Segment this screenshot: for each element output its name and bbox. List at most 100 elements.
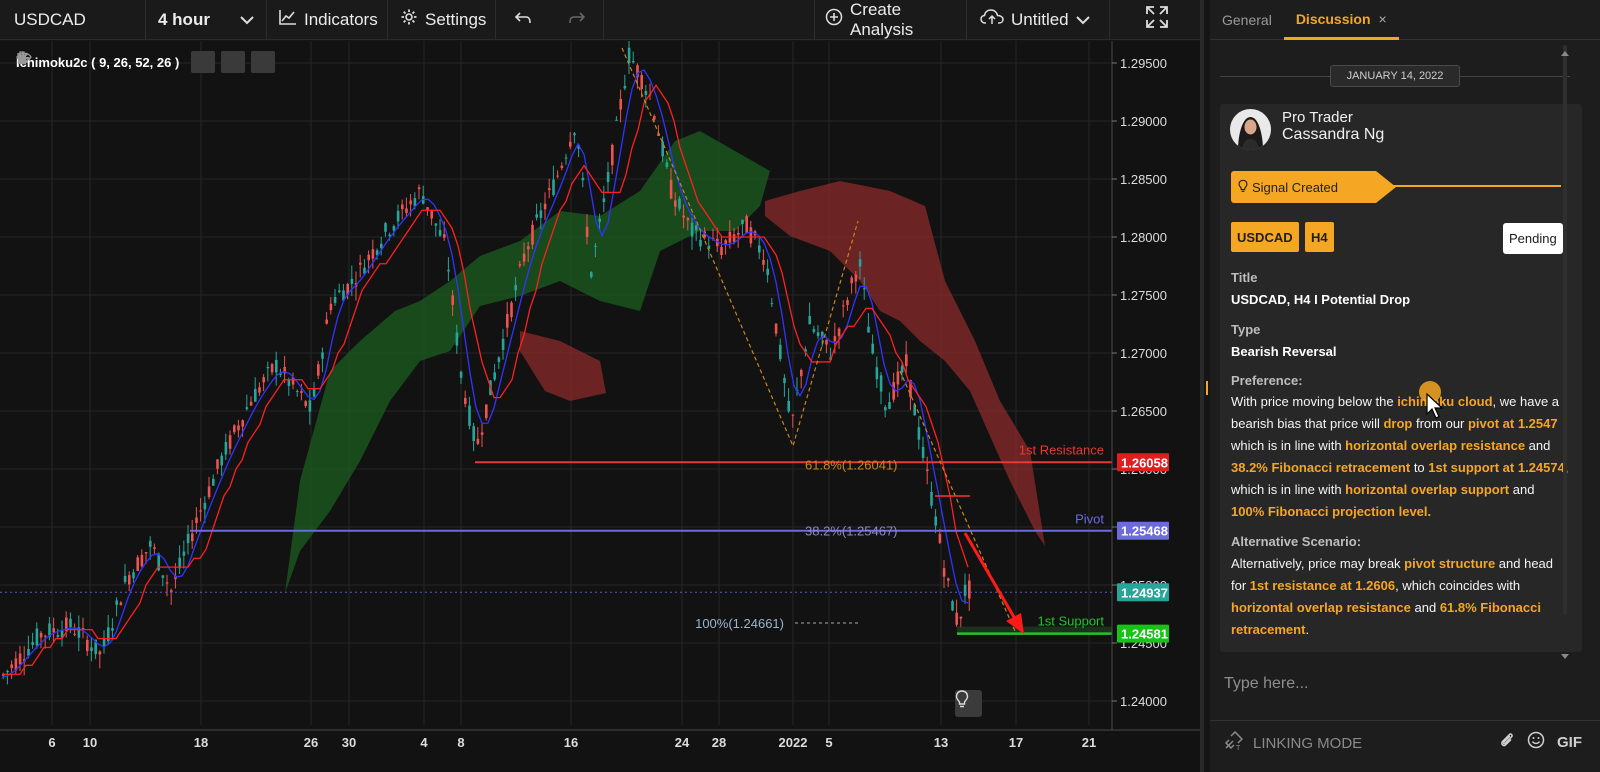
forecast-arrow-line: [963, 532, 1020, 625]
candle-body: [128, 575, 131, 585]
status-badge[interactable]: Pending: [1503, 223, 1563, 254]
message-input[interactable]: [1210, 664, 1600, 704]
candle-body: [674, 200, 677, 207]
fullscreen-button[interactable]: [1110, 0, 1204, 40]
candle-body: [644, 90, 648, 95]
price-chart[interactable]: 1st Resistance Pivot 1st Support 61.8%(1.26…: [0, 41, 1200, 772]
candle-body: [661, 141, 664, 157]
linking-mode-label[interactable]: LINKING MODE: [1253, 735, 1362, 752]
price-tick-label: 1.27500: [1120, 288, 1167, 303]
date-separator: JANUARY 14, 2022: [1220, 63, 1571, 89]
candle-body: [392, 225, 396, 231]
candle-body: [627, 47, 631, 63]
candle-body: [854, 274, 858, 282]
candle-body: [959, 616, 963, 619]
candle-body: [317, 364, 320, 376]
candle-body: [165, 582, 169, 584]
time-tick-label: 13: [934, 735, 948, 750]
candle-body: [615, 119, 618, 121]
candle-body: [111, 628, 114, 631]
gif-button[interactable]: GIF: [1557, 734, 1582, 751]
panel-tabs: General Discussion ×: [1210, 0, 1600, 40]
symbol-selector[interactable]: USDCAD: [0, 0, 146, 40]
candle-body: [497, 357, 501, 363]
redo-icon[interactable]: [568, 10, 586, 30]
preference-text-segment: and: [1509, 482, 1535, 497]
link-icon[interactable]: T: [1223, 730, 1244, 756]
eye-icon[interactable]: [16, 51, 216, 73]
trash-icon[interactable]: [17, 51, 276, 73]
avatar[interactable]: [1230, 109, 1271, 150]
candle-body: [594, 245, 597, 247]
candle-body: [669, 179, 673, 199]
candle-body: [287, 379, 291, 386]
candle-body: [191, 533, 194, 542]
candle-body: [888, 402, 891, 409]
indicators-button[interactable]: Indicators: [267, 0, 388, 40]
preference-highlight: 1st support at 1.24574: [1428, 460, 1565, 475]
scroll-up-icon[interactable]: [1560, 44, 1570, 62]
candle-body: [359, 262, 362, 265]
candle-body: [539, 210, 543, 218]
candle-body: [254, 389, 257, 402]
candle-body: [535, 214, 538, 218]
emoji-icon[interactable]: [1527, 731, 1545, 753]
candle-body: [766, 268, 769, 276]
candle-body: [930, 492, 933, 506]
candle-body: [451, 295, 454, 305]
time-tick-label: 6: [48, 735, 55, 750]
candle-body: [879, 375, 883, 392]
create-analysis-button[interactable]: Create Analysis: [815, 0, 967, 40]
candle-body: [791, 414, 795, 416]
close-tab-icon[interactable]: ×: [1379, 11, 1387, 27]
candle-body: [842, 305, 845, 307]
tab-general[interactable]: General: [1210, 0, 1284, 40]
scroll-down-icon[interactable]: [1560, 647, 1570, 665]
candle-body: [405, 208, 408, 213]
candle-body: [186, 533, 190, 544]
gear-icon: [400, 8, 418, 31]
candle-body: [447, 269, 450, 272]
preference-text: With price moving below the ichimoku clo…: [1231, 391, 1571, 523]
settings-button[interactable]: Settings: [388, 0, 496, 40]
candle-body: [787, 400, 790, 412]
layout-dropdown[interactable]: Untitled: [967, 0, 1110, 40]
candle-body: [581, 177, 585, 181]
price-tick-label: 1.29000: [1120, 114, 1167, 129]
candle-body: [833, 336, 837, 342]
preference-highlight: horizontal overlap support: [1345, 482, 1510, 497]
candle-body: [438, 230, 442, 236]
timeframe-badge: H4: [1305, 222, 1334, 252]
candle-body: [548, 188, 551, 191]
candle-body: [144, 552, 148, 554]
tab-general-label: General: [1222, 12, 1272, 28]
gear-icon[interactable]: [16, 51, 246, 73]
undo-icon[interactable]: [514, 10, 532, 30]
candle-body: [699, 239, 702, 247]
candle-body: [140, 554, 144, 567]
chart-axes: 1.29500 1.29000 1.28500 1.28000 1.27500 1.270…: [0, 41, 1200, 750]
candle-body: [506, 314, 509, 328]
candle-body: [682, 215, 685, 218]
candle-body: [560, 165, 564, 168]
candle-body: [371, 249, 375, 259]
candle-body: [510, 302, 513, 318]
support-price-tag: 1.24581: [1121, 627, 1168, 642]
candle-body: [338, 290, 341, 293]
svg-text:T: T: [1236, 745, 1241, 751]
kijun-line: [2, 84, 969, 675]
tab-discussion[interactable]: Discussion ×: [1283, 0, 1399, 40]
alternative-text: Alternatively, price may break pivot str…: [1231, 553, 1571, 641]
panel-scrollbar[interactable]: [1563, 45, 1567, 615]
candle-body: [56, 634, 60, 637]
alternative-highlight: horizontal overlap resistance: [1231, 600, 1411, 615]
candle-body: [514, 285, 517, 291]
paperclip-icon[interactable]: [1499, 731, 1515, 753]
chart-canvas[interactable]: 1st Resistance Pivot 1st Support 61.8%(1.26…: [0, 41, 1200, 772]
fib-100-label: 100%(1.24661): [695, 616, 784, 631]
interval-dropdown[interactable]: 4 hour: [146, 0, 267, 40]
panel-divider[interactable]: [1200, 0, 1204, 772]
candle-body: [233, 425, 236, 433]
resistance-price-tag: 1.26058: [1121, 455, 1168, 470]
lightbulb-button[interactable]: [955, 690, 982, 717]
